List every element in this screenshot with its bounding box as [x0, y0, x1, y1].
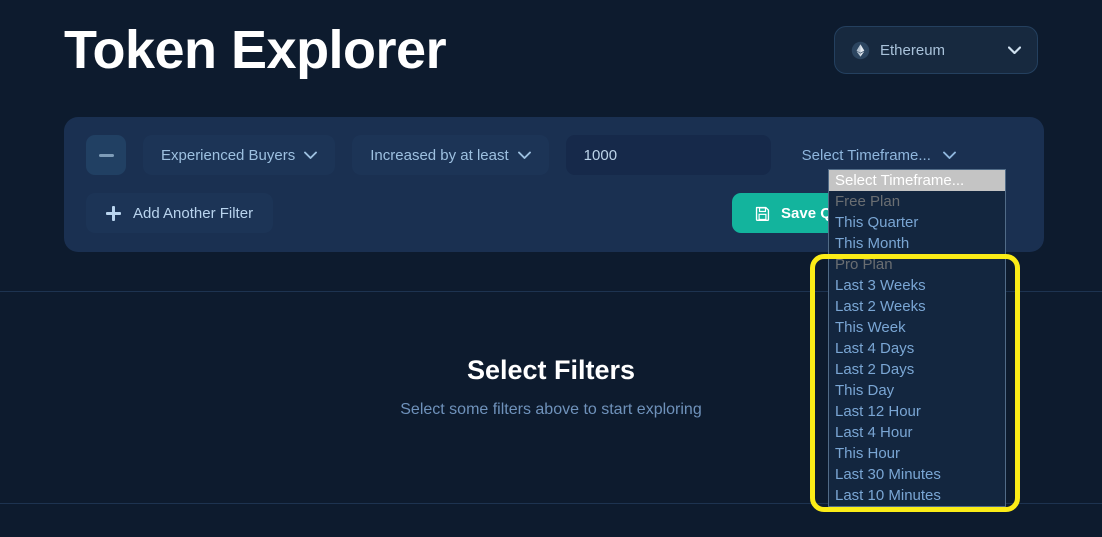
menu-option[interactable]: This Hour	[829, 443, 1005, 464]
menu-option[interactable]: Last 10 Minutes	[829, 485, 1005, 506]
metric-select-label: Experienced Buyers	[161, 146, 296, 164]
menu-option[interactable]: Last 4 Days	[829, 338, 1005, 359]
save-icon	[755, 206, 770, 221]
menu-group-label-pro-plan: Pro Plan	[835, 256, 893, 273]
menu-option[interactable]: Last 2 Days	[829, 359, 1005, 380]
page-title: Token Explorer	[64, 20, 447, 80]
menu-option[interactable]: This Day	[829, 380, 1005, 401]
page-header: Token Explorer Ethereum	[0, 0, 1102, 100]
add-another-filter-button[interactable]: Add Another Filter	[86, 193, 274, 233]
add-another-filter-label: Add Another Filter	[133, 204, 254, 222]
chevron-down-icon	[1008, 46, 1021, 54]
menu-option[interactable]: Last 2 Weeks	[829, 296, 1005, 317]
condition-select[interactable]: Increased by at least	[352, 135, 549, 175]
minus-icon	[98, 153, 114, 157]
menu-option[interactable]: This Week	[829, 317, 1005, 338]
chevron-down-icon	[942, 151, 956, 159]
filter-value-input[interactable]	[565, 135, 771, 175]
menu-option[interactable]: This Quarter	[829, 212, 1005, 233]
ethereum-icon	[851, 41, 870, 59]
menu-option-placeholder[interactable]: Select Timeframe...	[829, 170, 1005, 191]
menu-option[interactable]: Last 30 Minutes	[829, 464, 1005, 485]
timeframe-dropdown-menu[interactable]: Select Timeframe... Free Plan This Quart…	[828, 169, 1006, 507]
condition-select-label: Increased by at least	[370, 146, 509, 164]
menu-option[interactable]: Last 3 Weeks	[829, 275, 1005, 296]
menu-option[interactable]: Last 12 Hour	[829, 401, 1005, 422]
plus-icon	[106, 205, 121, 221]
chevron-down-icon	[517, 151, 531, 159]
menu-option[interactable]: Last 4 Hour	[829, 422, 1005, 443]
metric-select[interactable]: Experienced Buyers	[143, 135, 336, 175]
chain-selector[interactable]: Ethereum	[834, 26, 1038, 74]
chevron-down-icon	[304, 151, 318, 159]
timeframe-select-label: Select Timeframe...	[801, 146, 931, 164]
menu-group-label-free-plan: Free Plan	[835, 193, 901, 210]
remove-filter-button[interactable]	[86, 135, 126, 175]
chain-selector-label: Ethereum	[880, 41, 946, 59]
menu-option[interactable]: This Month	[829, 233, 1005, 254]
